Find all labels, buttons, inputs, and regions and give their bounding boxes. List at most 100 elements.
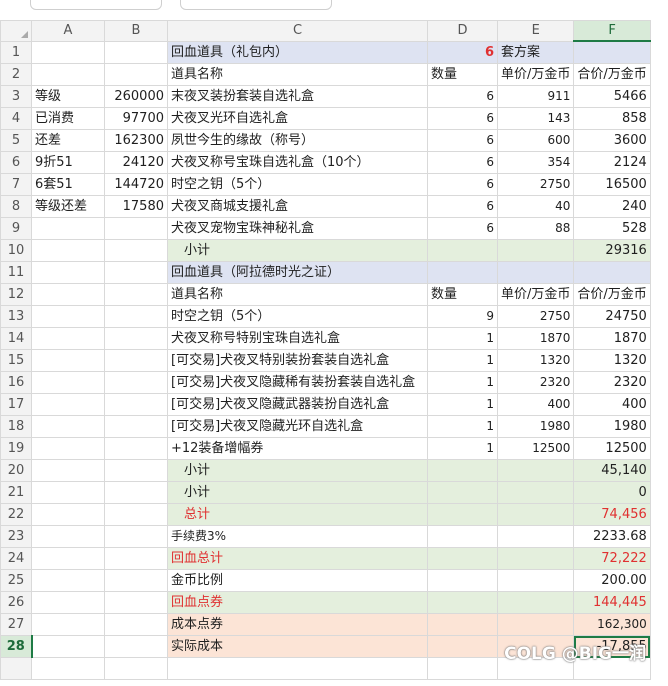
row-header[interactable]: 17 [0, 393, 32, 416]
cell-c[interactable]: 犬夜叉称号宝珠自选礼盒（10个） [167, 151, 428, 174]
cell-f[interactable]: 240 [573, 195, 651, 218]
row-header[interactable]: 20 [0, 459, 32, 482]
cell-d[interactable]: 6 [427, 129, 498, 152]
cell-a[interactable] [31, 437, 105, 460]
row-header[interactable]: 13 [0, 305, 32, 328]
total-label[interactable]: 总计 [167, 503, 428, 526]
row-header[interactable]: 24 [0, 547, 32, 570]
cell-e[interactable] [496, 481, 575, 504]
gold-ratio-value[interactable]: 200.00 [573, 569, 651, 592]
column-header-b[interactable]: B [104, 20, 168, 42]
cell-e[interactable]: 1870 [496, 327, 575, 350]
row-header[interactable]: 18 [0, 415, 32, 438]
cell-d[interactable] [427, 657, 498, 680]
cell-d[interactable]: 数量 [427, 63, 498, 86]
cell-e[interactable]: 2320 [496, 371, 575, 394]
cell-e[interactable]: 单价/万金币 [496, 283, 575, 306]
cost-points-label[interactable]: 成本点券 [167, 613, 428, 636]
cell-d[interactable]: 1 [427, 415, 498, 438]
cell-a[interactable]: 等级还差 [31, 195, 105, 218]
cell-b[interactable] [104, 547, 168, 570]
cell-a[interactable] [31, 217, 105, 240]
cell-e[interactable] [496, 547, 575, 570]
cell-a[interactable] [31, 327, 105, 350]
row-header[interactable]: 15 [0, 349, 32, 372]
cell-c[interactable]: +12装备增幅券 [167, 437, 428, 460]
cell-e[interactable]: 40 [496, 195, 575, 218]
cell-e[interactable]: 143 [496, 107, 575, 130]
cell-e[interactable] [496, 459, 575, 482]
cell-e[interactable] [496, 613, 575, 636]
cell-f[interactable] [573, 261, 651, 284]
cell-d[interactable] [427, 569, 498, 592]
cell-d[interactable]: 1 [427, 327, 498, 350]
cell-f[interactable]: 1980 [573, 415, 651, 438]
row-header[interactable]: 22 [0, 503, 32, 526]
section-title-cell[interactable]: 回血道具（阿拉德时光之证） [167, 261, 428, 284]
cell-d[interactable]: 6 [427, 40, 498, 64]
cell-c[interactable]: [可交易]犬夜叉隐藏稀有装扮套装自选礼盒 [167, 371, 428, 394]
cell-b[interactable]: 260000 [104, 85, 168, 108]
subtotal-label[interactable]: 小计 [167, 459, 428, 482]
column-header-f[interactable]: F [573, 20, 651, 42]
cell-c[interactable]: 时空之钥（5个） [167, 173, 428, 196]
row-header[interactable]: 25 [0, 569, 32, 592]
cell-a[interactable]: 等级 [31, 85, 105, 108]
select-all-corner[interactable] [0, 20, 32, 42]
cell-a[interactable] [31, 239, 105, 262]
cell-b[interactable] [104, 63, 168, 86]
gold-ratio-label[interactable]: 金币比例 [167, 569, 428, 592]
cell-a[interactable]: 9折51 [31, 151, 105, 174]
cell-b[interactable] [104, 437, 168, 460]
row-header[interactable]: 28 [0, 635, 33, 658]
cell-a[interactable] [31, 525, 105, 548]
row-header[interactable]: 27 [0, 613, 32, 636]
subtotal-value[interactable]: 29316 [573, 239, 651, 262]
cell-a[interactable] [31, 63, 105, 86]
cell-c[interactable]: 夙世今生的缘故（称号） [167, 129, 428, 152]
cost-points-value[interactable]: 162,300 [573, 613, 651, 636]
row-header[interactable]: 16 [0, 371, 32, 394]
fee-value[interactable]: 2233.68 [573, 525, 651, 548]
cell-b[interactable] [104, 415, 168, 438]
row-header[interactable]: 23 [0, 525, 32, 548]
cell-a[interactable] [31, 415, 105, 438]
cell-a[interactable] [31, 261, 105, 284]
cell-e[interactable]: 354 [496, 151, 575, 174]
cell-d[interactable]: 6 [427, 85, 498, 108]
row-header[interactable]: 5 [0, 129, 32, 152]
row-header[interactable]: 4 [0, 107, 32, 130]
cell-e[interactable]: 911 [496, 85, 575, 108]
row-header[interactable]: 14 [0, 327, 32, 350]
row-header[interactable]: 19 [0, 437, 32, 460]
cell-d[interactable] [427, 591, 498, 614]
column-header-a[interactable]: A [31, 20, 105, 42]
cell-d[interactable] [427, 481, 498, 504]
cell-f[interactable]: 合价/万金币 [573, 63, 651, 86]
cell-b[interactable] [104, 305, 168, 328]
recovery-points-value[interactable]: 144,445 [573, 591, 651, 614]
cell-d[interactable]: 数量 [427, 283, 498, 306]
cell-a[interactable] [31, 481, 105, 504]
row-header[interactable]: 2 [0, 63, 32, 86]
cell-a[interactable] [31, 547, 105, 570]
cell-e[interactable] [496, 239, 575, 262]
cell-e[interactable] [496, 569, 575, 592]
cell-b[interactable] [104, 217, 168, 240]
row-header[interactable]: 26 [0, 591, 32, 614]
cell-b[interactable] [104, 569, 168, 592]
cell-d[interactable] [427, 239, 498, 262]
cell-e[interactable]: 12500 [496, 437, 575, 460]
row-header[interactable]: 6 [0, 151, 32, 174]
cell-c[interactable]: 犬夜叉光环自选礼盒 [167, 107, 428, 130]
cell-d[interactable] [427, 525, 498, 548]
column-header-c[interactable]: C [167, 20, 428, 42]
formula-input[interactable] [180, 0, 332, 10]
cell-b[interactable] [104, 657, 168, 680]
cell-a[interactable] [31, 349, 105, 372]
cell-f[interactable]: 1320 [573, 349, 651, 372]
cell-d[interactable]: 6 [427, 217, 498, 240]
cell-c[interactable]: [可交易]犬夜叉特别装扮套装自选礼盒 [167, 349, 428, 372]
cell-e[interactable] [496, 503, 575, 526]
cell-a[interactable] [31, 371, 105, 394]
